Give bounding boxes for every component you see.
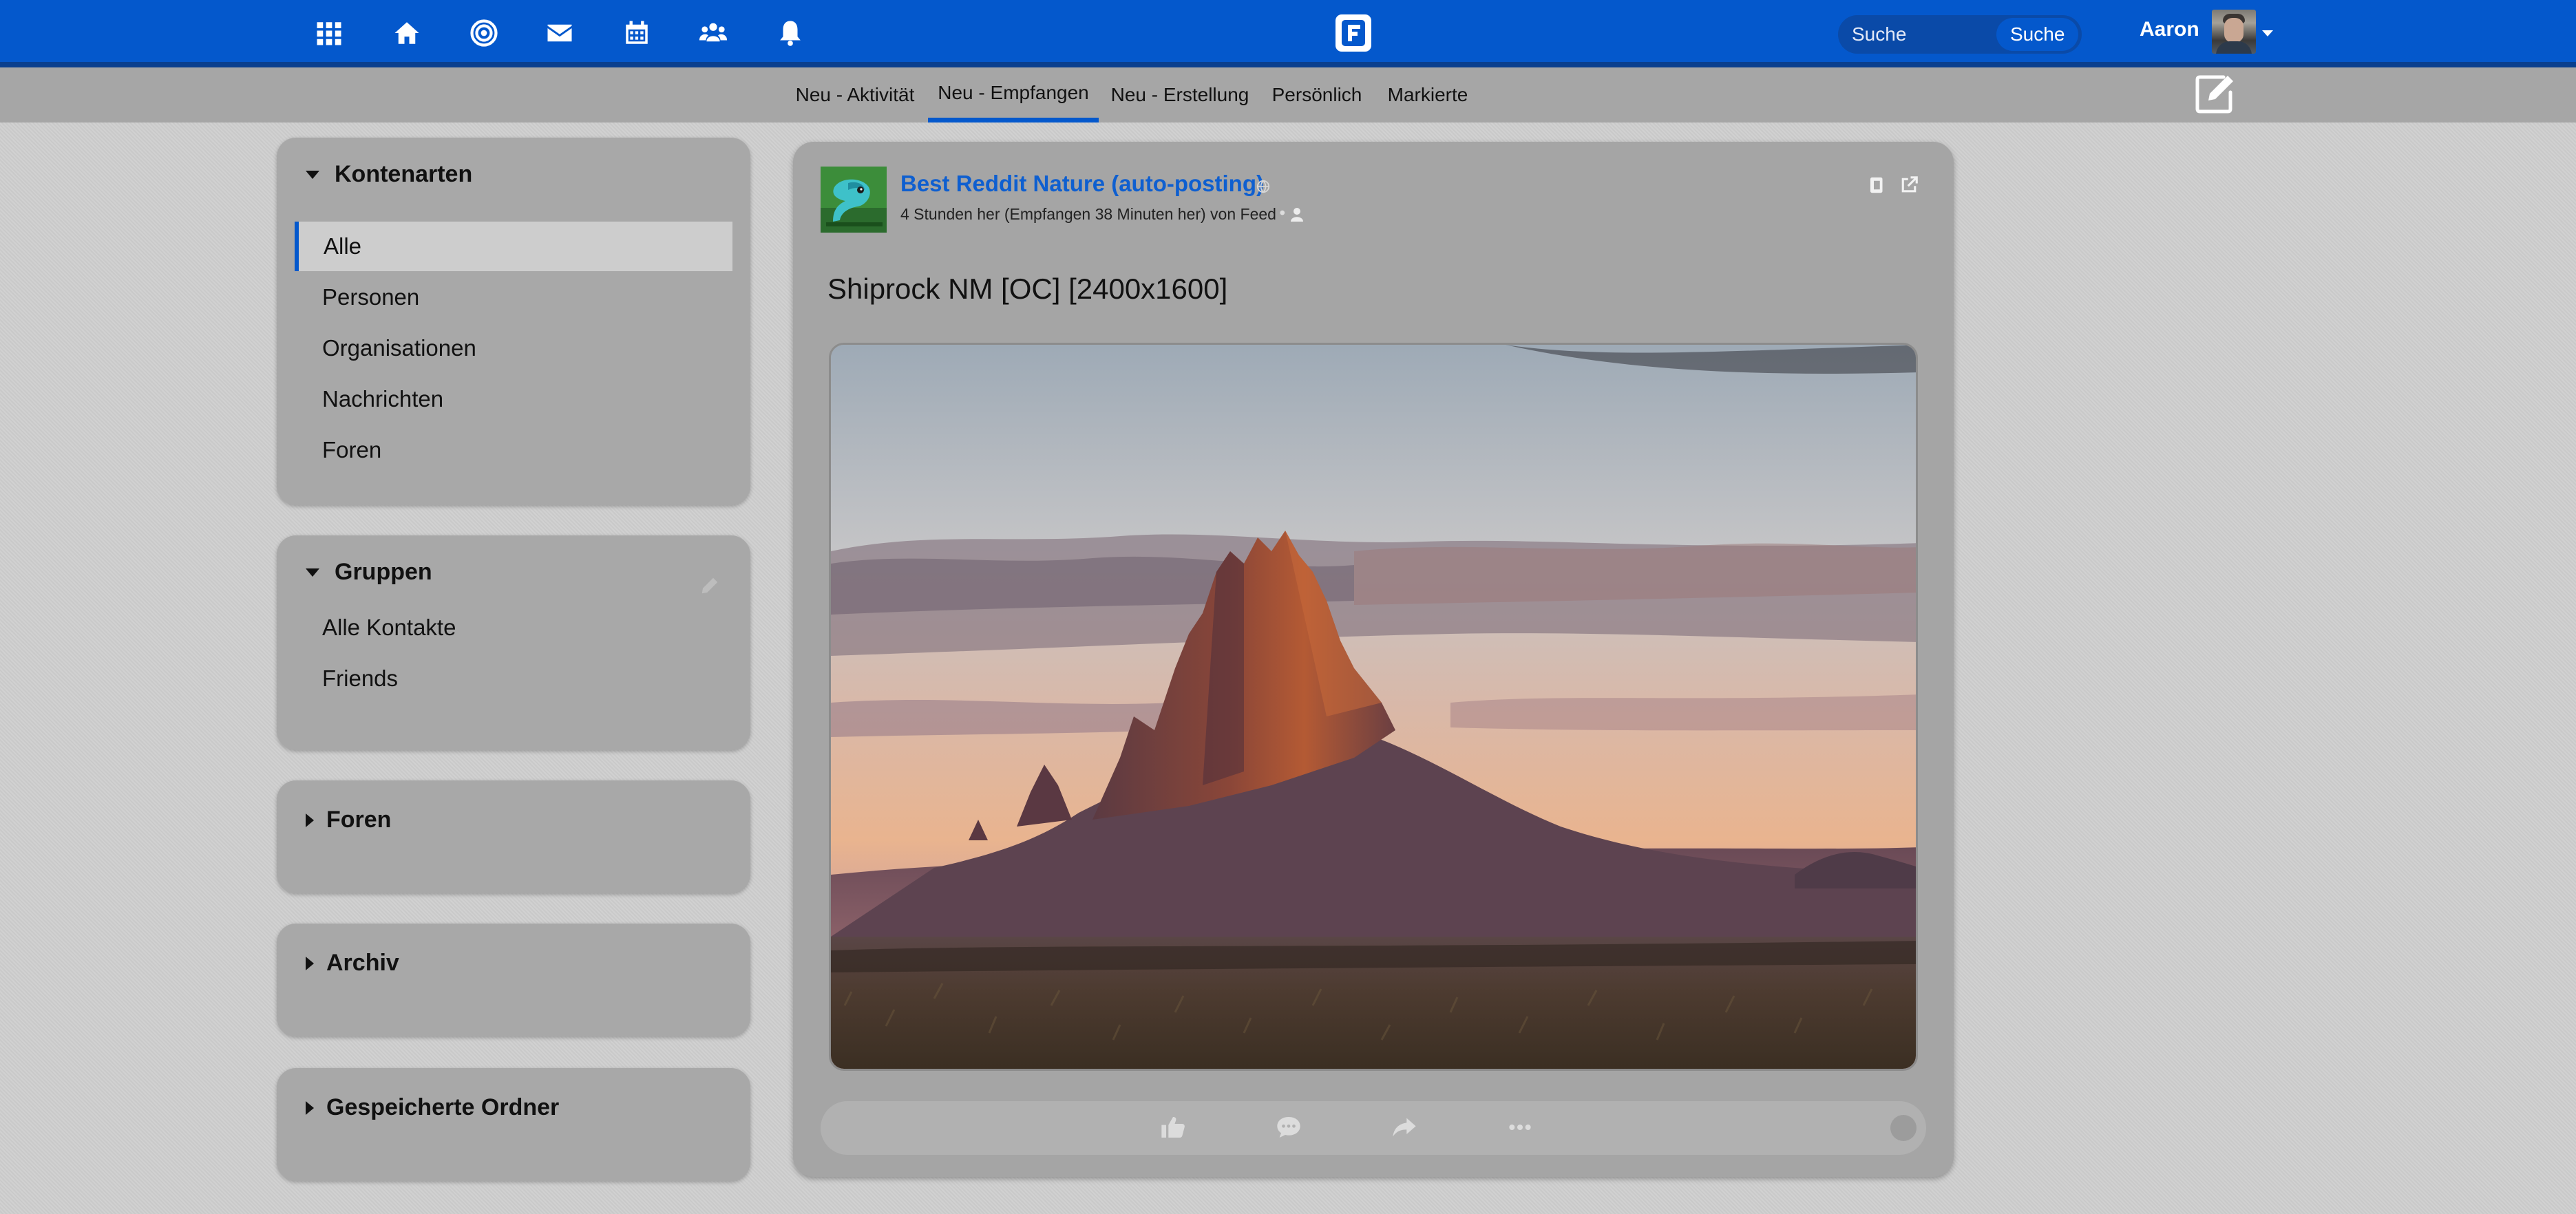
forums-title[interactable]: Foren (306, 807, 391, 833)
user-icon[interactable] (1290, 206, 1304, 223)
more-icon[interactable] (1506, 1114, 1534, 1141)
archive-title[interactable]: Archiv (306, 950, 399, 977)
compose-icon[interactable] (2193, 72, 2237, 116)
share-icon[interactable] (1391, 1114, 1418, 1141)
account-types-widget: Kontenarten Alle Personen Organisationen… (277, 138, 750, 505)
archive-widget: Archiv (277, 924, 750, 1036)
expand-caret-icon (306, 956, 314, 970)
forums-widget: Foren (277, 780, 750, 893)
select-post-checkbox[interactable] (1890, 1115, 1917, 1141)
contacts-icon[interactable] (697, 17, 730, 50)
user-name[interactable]: Aaron (2140, 18, 2199, 41)
account-type-news[interactable]: Nachrichten (295, 374, 732, 424)
comment-icon[interactable] (1275, 1114, 1302, 1141)
post-action-bar (821, 1101, 1926, 1155)
user-menu-caret-icon[interactable] (2262, 30, 2273, 36)
post-title: Shiprock NM [OC] [2400x1600] (827, 273, 1228, 305)
mail-icon[interactable] (543, 17, 576, 50)
calendar-icon[interactable] (620, 17, 653, 50)
external-link-icon[interactable] (1899, 175, 1919, 195)
group-friends[interactable]: Friends (295, 654, 732, 703)
home-icon[interactable] (390, 17, 423, 50)
expand-caret-icon (306, 1100, 314, 1115)
saved-folders-title[interactable]: Gespeicherte Ordner (306, 1094, 559, 1121)
saved-folders-widget: Gespeicherte Ordner (277, 1068, 750, 1181)
copy-icon[interactable] (1867, 175, 1888, 195)
search-button[interactable]: Suche (1996, 18, 2079, 51)
groups-title[interactable]: Gruppen (306, 559, 432, 586)
search-box: Suche (1838, 15, 2082, 54)
account-types-title[interactable]: Kontenarten (306, 161, 472, 188)
friendica-logo[interactable] (1335, 14, 1371, 52)
tab-new-created[interactable]: Neu - Erstellung (1107, 67, 1253, 123)
network-tabs: Neu - Aktivität Neu - Empfangen Neu - Er… (0, 67, 2576, 123)
search-input[interactable] (1838, 15, 1996, 54)
post-author-link[interactable]: Best Reddit Nature (auto-posting) (900, 171, 1264, 197)
meta-separator: • (1278, 205, 1287, 223)
post-image[interactable] (829, 343, 1918, 1071)
tab-new-activity[interactable]: Neu - Aktivität (789, 67, 921, 123)
apps-grid-icon[interactable] (313, 17, 346, 50)
globe-icon (1256, 180, 1270, 193)
bell-icon[interactable] (774, 17, 807, 50)
user-avatar[interactable] (2212, 10, 2256, 54)
post-card: Best Reddit Nature (auto-posting) 4 Stun… (793, 142, 1954, 1177)
groups-widget: Gruppen Alle Kontakte Friends (277, 535, 750, 750)
group-all-contacts[interactable]: Alle Kontakte (295, 603, 732, 652)
collapse-caret-icon (306, 568, 319, 577)
account-type-persons[interactable]: Personen (295, 273, 732, 322)
tab-starred[interactable]: Markierte (1381, 67, 1475, 123)
tab-personal[interactable]: Persönlich (1265, 67, 1369, 123)
expand-caret-icon (306, 813, 314, 827)
network-icon[interactable] (467, 17, 500, 50)
tab-new-received[interactable]: Neu - Empfangen (928, 67, 1099, 123)
collapse-caret-icon (306, 170, 319, 179)
account-type-organisations[interactable]: Organisationen (295, 323, 732, 373)
like-icon[interactable] (1159, 1114, 1187, 1141)
post-meta: 4 Stunden her (Empfangen 38 Minuten her)… (900, 205, 1276, 223)
account-type-forums[interactable]: Foren (295, 425, 732, 475)
edit-pencil-icon[interactable] (699, 575, 720, 596)
top-navbar: Suche Aaron (0, 0, 2576, 67)
author-avatar[interactable] (821, 167, 887, 233)
account-type-all[interactable]: Alle (295, 222, 732, 271)
